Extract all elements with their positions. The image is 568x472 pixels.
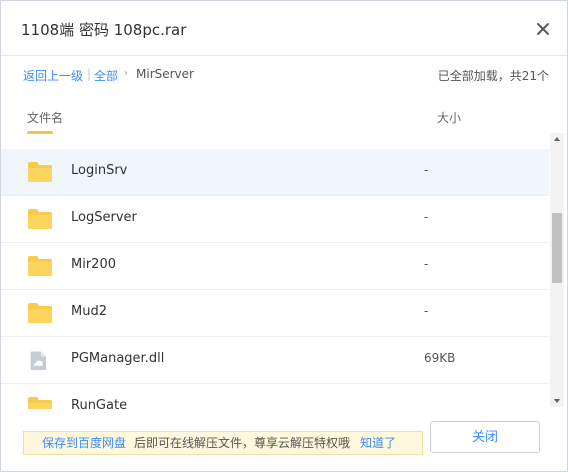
- file-name: LogServer: [71, 210, 137, 225]
- dialog-title-bar: 1108端 密码 108pc.rar: [1, 1, 567, 56]
- file-size: -: [424, 210, 429, 224]
- column-name-header[interactable]: 文件名: [27, 109, 63, 126]
- folder-icon: [28, 397, 52, 409]
- file-list: LoginSrv - LogServer - Mir200 - Mud2 - P…: [1, 149, 549, 409]
- file-name: LoginSrv: [71, 163, 128, 178]
- breadcrumb-current: MirServer: [136, 67, 194, 81]
- file-name: PGManager.dll: [71, 351, 165, 366]
- dialog-footer: 保存到百度网盘 后即可在线解压文件，尊享云解压特权哦 知道了 关闭: [1, 415, 567, 471]
- save-to-netdisk-link[interactable]: 保存到百度网盘: [42, 436, 126, 450]
- file-name: Mud2: [71, 304, 107, 319]
- file-size: -: [424, 257, 429, 271]
- breadcrumb-back-link[interactable]: 返回上一级: [23, 67, 83, 84]
- extract-dialog: 1108端 密码 108pc.rar 返回上一级 | 全部 › MirServe…: [0, 0, 568, 472]
- file-row[interactable]: Mud2 -: [1, 290, 549, 337]
- tip-ack-link[interactable]: 知道了: [360, 436, 396, 450]
- file-size: -: [424, 163, 429, 177]
- file-name: RunGate: [71, 398, 128, 409]
- file-size: -: [424, 304, 429, 318]
- close-icon[interactable]: [535, 21, 551, 37]
- file-row[interactable]: LogServer -: [1, 196, 549, 243]
- dialog-title: 1108端 密码 108pc.rar: [21, 21, 187, 39]
- file-size: 69KB: [424, 351, 456, 365]
- sort-indicator: [27, 131, 53, 134]
- tip-text: 后即可在线解压文件，尊享云解压特权哦: [134, 436, 351, 450]
- scrollbar[interactable]: [550, 133, 564, 407]
- breadcrumb-arrow-icon: ›: [124, 68, 128, 79]
- file-row[interactable]: Mir200 -: [1, 243, 549, 290]
- scroll-down-arrow-icon[interactable]: [550, 395, 564, 407]
- folder-icon: [28, 162, 52, 182]
- file-row[interactable]: LoginSrv -: [1, 149, 549, 196]
- tip-bar: 保存到百度网盘 后即可在线解压文件，尊享云解压特权哦 知道了: [23, 431, 423, 455]
- folder-icon: [28, 209, 52, 229]
- load-status: 已全部加载，共21个: [437, 69, 549, 83]
- scrollbar-thumb[interactable]: [552, 213, 562, 283]
- scroll-up-arrow-icon[interactable]: [550, 133, 564, 145]
- folder-icon: [28, 256, 52, 276]
- folder-icon: [28, 303, 52, 323]
- file-row[interactable]: PGManager.dll 69KB: [1, 337, 549, 384]
- file-icon: [30, 351, 46, 371]
- file-name: Mir200: [71, 257, 116, 272]
- breadcrumb: 返回上一级 | 全部 › MirServer 已全部加载，共21个: [1, 55, 567, 93]
- breadcrumb-root-link[interactable]: 全部: [94, 67, 118, 84]
- close-button[interactable]: 关闭: [430, 421, 540, 453]
- column-size-header[interactable]: 大小: [437, 109, 461, 126]
- column-header: 文件名 大小: [1, 93, 549, 141]
- file-row[interactable]: RunGate: [1, 384, 549, 409]
- breadcrumb-separator: |: [87, 67, 92, 81]
